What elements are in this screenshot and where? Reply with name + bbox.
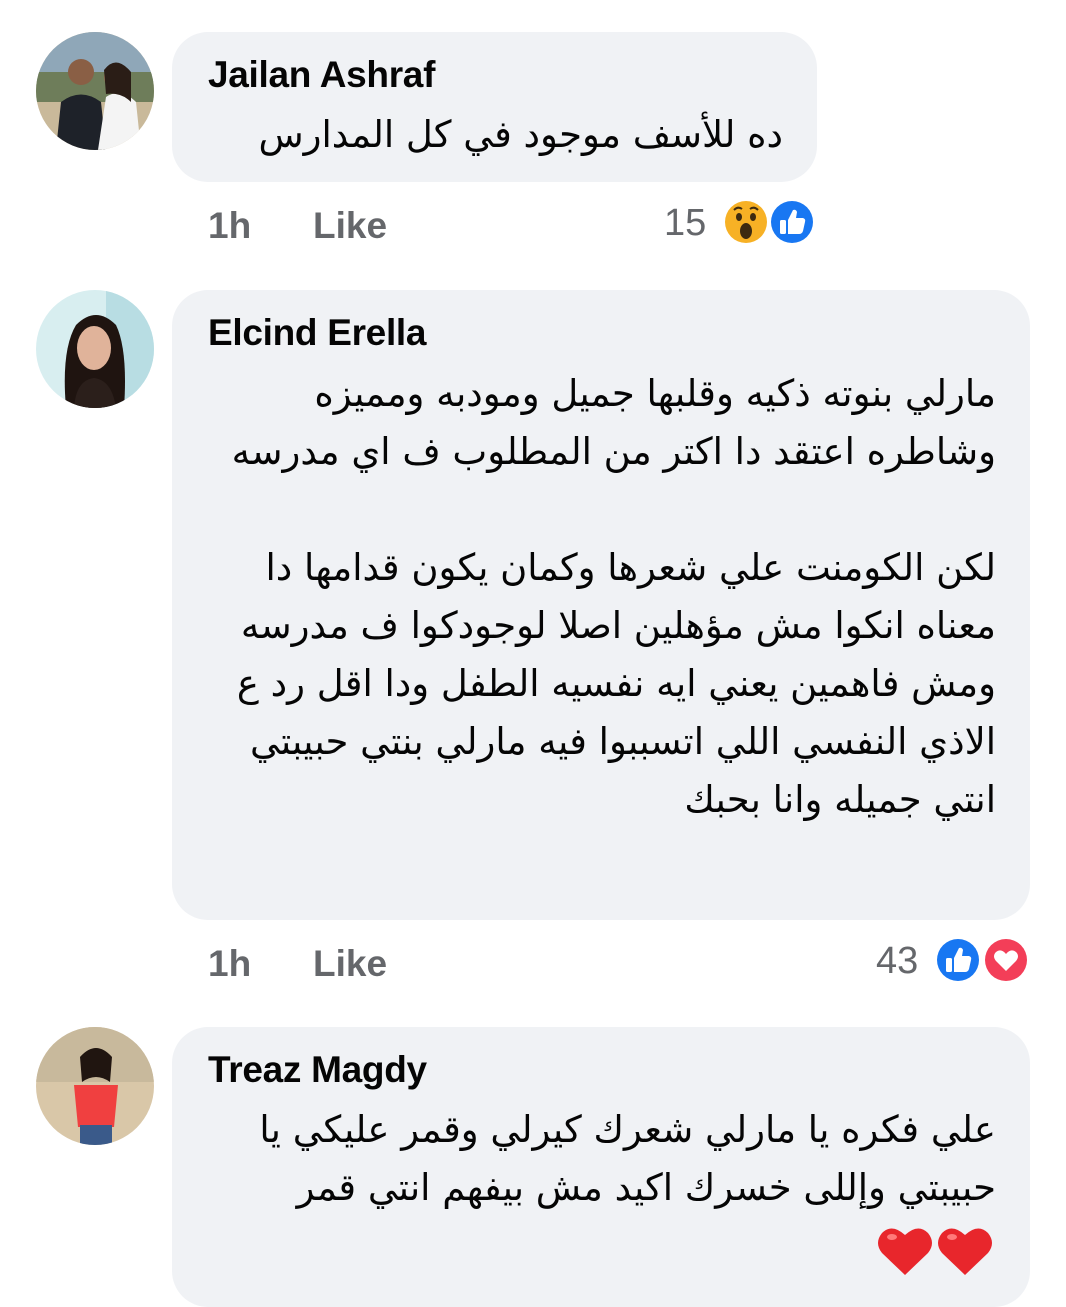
comment-text: علي فكره يا مارلي شعرك كيرلي وقمر عليكي … (259, 1108, 996, 1209)
comment-bubble: Treaz Magdy علي فكره يا مارلي شعرك كيرلي… (172, 1027, 1030, 1307)
comment-author[interactable]: Treaz Magdy (208, 1049, 427, 1091)
emoji-row (876, 1223, 996, 1279)
love-reaction-icon (983, 937, 1029, 983)
avatar-treaz-magdy[interactable] (36, 1027, 154, 1145)
comment-bubble: Jailan Ashraf ده للأسف موجود في كل المدا… (172, 32, 817, 182)
comment-actions: 1h Like (208, 205, 387, 247)
red-heart-emoji (878, 1228, 932, 1275)
avatar-elcind-erella[interactable] (36, 290, 154, 408)
avatar-jailan-ashraf[interactable] (36, 32, 154, 150)
reaction-summary[interactable]: 15 (664, 198, 820, 246)
reaction-count: 43 (876, 940, 919, 982)
comment-text: ده للأسف موجود في كل المدارس (258, 113, 783, 156)
red-heart-emoji (938, 1228, 992, 1275)
comment-time[interactable]: 1h (208, 205, 251, 246)
like-reaction-icon (935, 937, 981, 983)
comment-text: مارلي بنوته ذكيه وقلبها جميل ومودبه وممي… (231, 372, 996, 821)
like-button[interactable]: Like (313, 943, 387, 985)
reaction-summary[interactable]: 43 (876, 936, 1032, 984)
like-reaction-icon (769, 199, 815, 245)
comment-time[interactable]: 1h (208, 943, 251, 984)
comment-bubble: Elcind Erella مارلي بنوته ذكيه وقلبها جم… (172, 290, 1030, 920)
comment-author[interactable]: Elcind Erella (208, 312, 427, 354)
reaction-count: 15 (664, 202, 707, 244)
comment-actions: 1h Like (208, 943, 387, 985)
like-button[interactable]: Like (313, 205, 387, 247)
comment-author[interactable]: Jailan Ashraf (208, 54, 435, 96)
wow-reaction-icon (723, 199, 769, 245)
